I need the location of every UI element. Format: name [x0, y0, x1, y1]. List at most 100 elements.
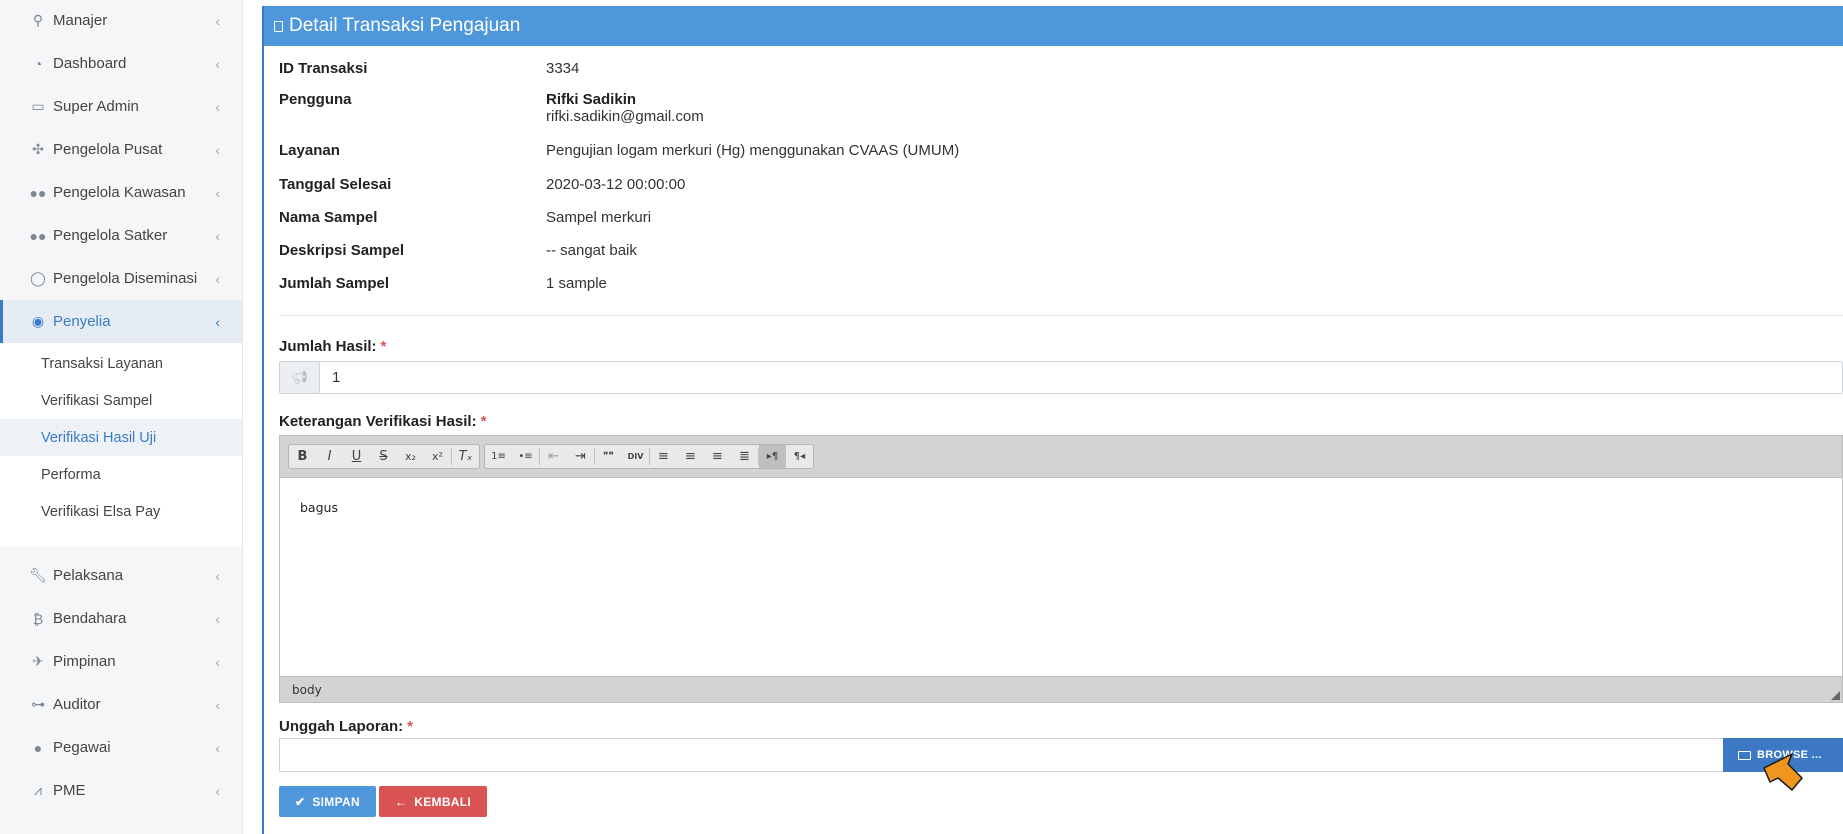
bitcoin-icon: ₿	[32, 610, 44, 627]
detail-value: 3334	[546, 60, 580, 77]
sidebar-item-pegawai[interactable]: ● Pegawai ‹	[0, 726, 242, 769]
blockquote-button[interactable]: ❞❞	[595, 445, 622, 468]
file-icon	[274, 20, 283, 32]
form-actions: ✔ SIMPAN ← KEMBALI	[279, 786, 1843, 817]
panel-title: Detail Transaksi Pengajuan	[289, 15, 521, 36]
detail-value: 2020-03-12 00:00:00	[546, 176, 686, 193]
bold-button[interactable]: B	[289, 445, 316, 468]
chevron-left-icon: ‹	[215, 567, 220, 584]
editor-toolbar: B I U S x₂ x² Tₓ 1≡ •≡ ⇤ ⇥ ❞❞ DIV ≡ ≡ ≡ …	[280, 436, 1842, 478]
sidebar-item-label: PME	[53, 782, 86, 799]
file-name-display[interactable]	[279, 738, 1723, 772]
strikethrough-button[interactable]: S	[370, 445, 397, 468]
field-label: Unggah Laporan: *	[279, 718, 1843, 735]
div-container-button[interactable]: DIV	[622, 445, 649, 468]
sidebar-menu-bottom: 🔧︎ Pelaksana ‹ ₿ Bendahara ‹ ✈ Pimpinan …	[0, 554, 242, 812]
sidebar-item-super-admin[interactable]: ▭ Super Admin ‹	[0, 85, 242, 128]
chevron-left-icon: ‹	[215, 184, 220, 201]
notes-label: Keterangan Verifikasi Hasil:	[279, 413, 477, 430]
align-center-button[interactable]: ≡	[677, 445, 704, 468]
submenu-item-verifikasi-sampel[interactable]: Verifikasi Sampel	[0, 382, 242, 419]
detail-value: Pengujian logam merkuri (Hg) menggunakan…	[546, 142, 960, 159]
text-direction-ltr-button[interactable]: ▸¶	[759, 445, 786, 468]
subscript-button[interactable]: x₂	[397, 445, 424, 468]
align-left-button[interactable]: ≡	[650, 445, 677, 468]
arrow-left-icon: ←	[394, 794, 408, 809]
indent-button[interactable]: ⇥	[567, 445, 594, 468]
submenu-item-verifikasi-elsa-pay[interactable]: Verifikasi Elsa Pay	[0, 493, 242, 530]
sidebar-item-label: Super Admin	[53, 98, 139, 115]
sidebar-item-pengelola-kawasan[interactable]: ●● Pengelola Kawasan ‹	[0, 171, 242, 214]
save-button[interactable]: ✔ SIMPAN	[279, 786, 376, 817]
detail-value: Sampel merkuri	[546, 209, 652, 226]
result-count-input[interactable]	[320, 362, 1842, 393]
sidebar-item-pme[interactable]: ⩘ PME ‹	[0, 769, 242, 812]
field-label: Jumlah Hasil: *	[279, 338, 1843, 355]
detail-row-sample-desc: Deskripsi Sampel -- sangat baik	[279, 242, 1843, 275]
upload-field: Unggah Laporan: * BROWSE ...	[264, 718, 1843, 772]
submenu-item-performa[interactable]: Performa	[0, 456, 242, 493]
sidebar-item-auditor[interactable]: ⊶ Auditor ‹	[0, 683, 242, 726]
remove-format-button[interactable]: Tₓ	[452, 445, 479, 468]
sidebar-item-label: Pegawai	[53, 739, 111, 756]
superscript-button[interactable]: x²	[424, 445, 451, 468]
sidebar-item-bendahara[interactable]: ₿ Bendahara ‹	[0, 597, 242, 640]
sidebar-item-label: Pengelola Kawasan	[53, 184, 186, 201]
submenu-item-verifikasi-hasil-uji[interactable]: Verifikasi Hasil Uji	[0, 419, 242, 456]
submenu-item-transaksi-layanan[interactable]: Transaksi Layanan	[0, 345, 242, 382]
notes-field: Keterangan Verifikasi Hasil: * B I U S x₂…	[264, 413, 1843, 703]
numbered-list-button[interactable]: 1≡	[485, 445, 512, 468]
element-path[interactable]: body	[292, 683, 322, 697]
bullhorn-icon: 📢︎	[280, 362, 320, 393]
sidebar-item-pimpinan[interactable]: ✈ Pimpinan ‹	[0, 640, 242, 683]
text-direction-rtl-button[interactable]: ¶◂	[786, 445, 813, 468]
back-button[interactable]: ← KEMBALI	[378, 786, 488, 817]
mouse-pointer-icon	[1763, 753, 1803, 791]
detail-row-id: ID Transaksi 3334	[279, 58, 1843, 91]
sidebar-item-dashboard[interactable]: ◔ Dashboard ‹	[0, 42, 242, 85]
italic-button[interactable]: I	[316, 445, 343, 468]
desktop-icon: ▭	[31, 98, 45, 114]
sidebar-item-label: Pimpinan	[53, 653, 116, 670]
justify-button[interactable]: ≣	[731, 445, 758, 468]
detail-label: Tanggal Selesai	[279, 176, 392, 193]
resize-handle-icon[interactable]	[1831, 691, 1840, 700]
back-button-label: KEMBALI	[414, 794, 472, 809]
users-icon: ●●	[29, 227, 47, 244]
folder-open-icon	[1738, 750, 1751, 760]
detail-row-sample-count: Jumlah Sampel 1 sample	[279, 275, 1843, 295]
detail-label: ID Transaksi	[279, 60, 368, 77]
sidebar-item-manajer[interactable]: ⚲ Manajer ‹	[0, 0, 242, 42]
bulleted-list-button[interactable]: •≡	[512, 445, 539, 468]
sidebar-item-label: Pengelola Satker	[53, 227, 168, 244]
result-count-field: Jumlah Hasil: * 📢︎	[264, 338, 1843, 394]
detail-label: Jumlah Sampel	[279, 275, 390, 292]
sidebar-item-label: Manajer	[53, 12, 108, 29]
field-label: Keterangan Verifikasi Hasil: *	[279, 413, 1843, 430]
editor-content[interactable]: bagus	[280, 478, 1842, 676]
dashboard-icon: ◔	[33, 55, 43, 72]
rich-text-editor: B I U S x₂ x² Tₓ 1≡ •≡ ⇤ ⇥ ❞❞ DIV ≡ ≡ ≡ …	[279, 435, 1843, 703]
sidebar-item-pelaksana[interactable]: 🔧︎ Pelaksana ‹	[0, 554, 242, 597]
detail-row-date: Tanggal Selesai 2020-03-12 00:00:00	[279, 176, 1843, 209]
sidebar-item-penyelia[interactable]: ◉ Penyelia ‹	[0, 300, 242, 343]
sidebar-item-pengelola-diseminasi[interactable]: ◯ Pengelola Diseminasi ‹	[0, 257, 242, 300]
outdent-button[interactable]: ⇤	[540, 445, 567, 468]
sidebar-item-pengelola-satker[interactable]: ●● Pengelola Satker ‹	[0, 214, 242, 257]
chevron-down-icon: ‹	[215, 313, 220, 330]
chevron-left-icon: ‹	[215, 610, 220, 627]
chevron-left-icon: ‹	[215, 696, 220, 713]
transaction-details: ID Transaksi 3334 Pengguna Rifki Sadikin…	[264, 46, 1843, 295]
detail-label: Deskripsi Sampel	[279, 242, 405, 259]
chevron-left-icon: ‹	[215, 270, 220, 287]
underline-button[interactable]: U	[343, 445, 370, 468]
detail-panel: Detail Transaksi Pengajuan ID Transaksi …	[262, 6, 1843, 834]
chevron-left-icon: ‹	[215, 653, 220, 670]
user-name: Rifki Sadikin	[546, 91, 637, 108]
user-email: rifki.sadikin@gmail.com	[546, 108, 704, 125]
required-mark: *	[380, 338, 387, 355]
sidebar-item-label: Pelaksana	[53, 567, 124, 584]
align-right-button[interactable]: ≡	[704, 445, 731, 468]
sidebar-item-pengelola-pusat[interactable]: ✣ Pengelola Pusat ‹	[0, 128, 242, 171]
sidebar-item-label: Bendahara	[53, 610, 127, 627]
